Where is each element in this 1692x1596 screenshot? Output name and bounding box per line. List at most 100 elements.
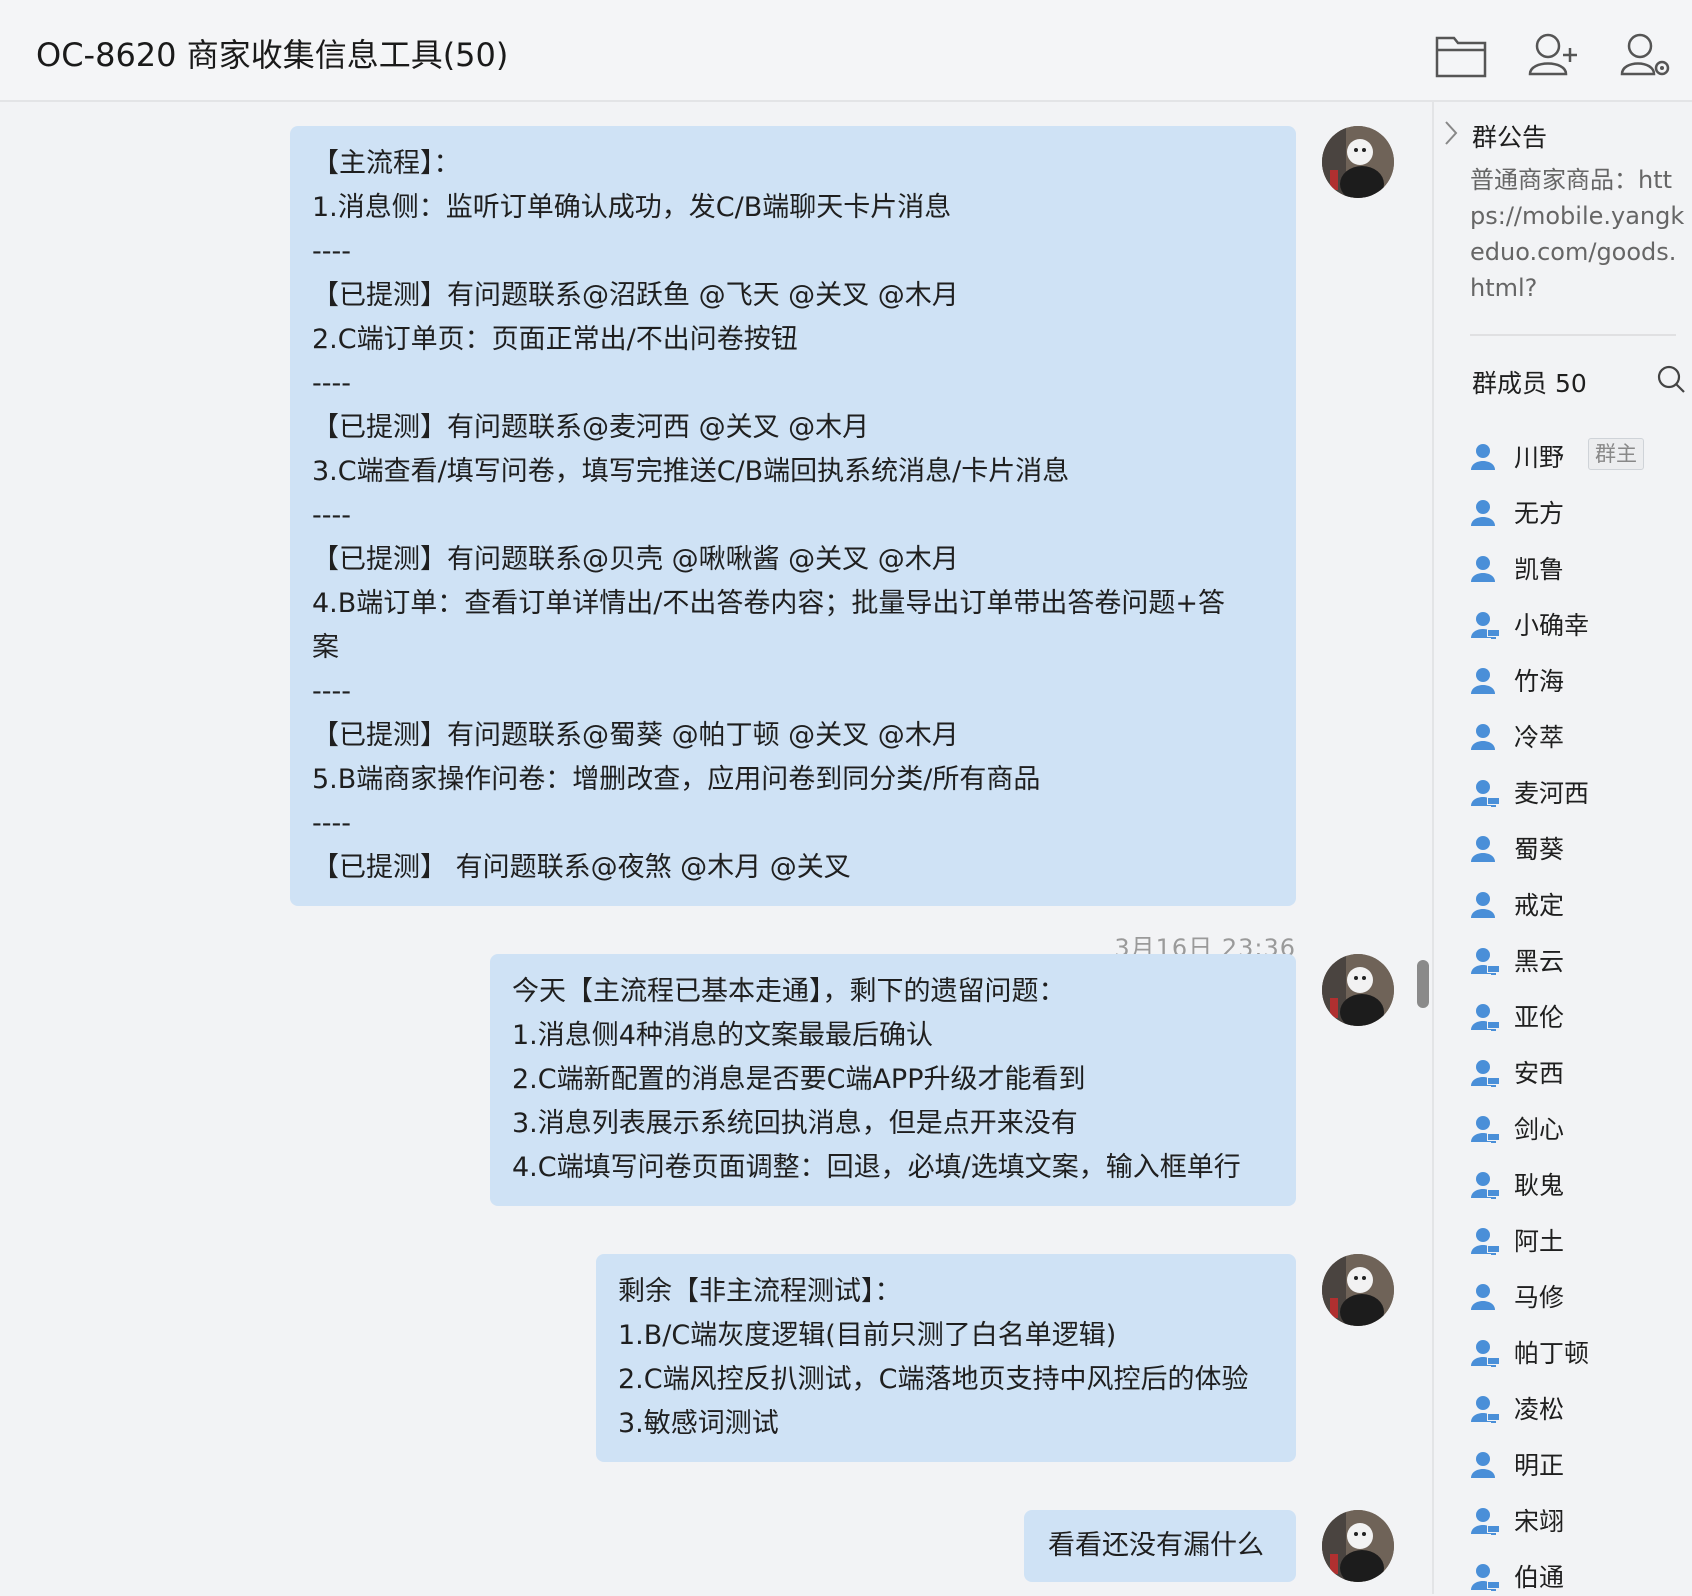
member-item[interactable]: 伯通 [1470,1556,1686,1596]
member-item[interactable]: 戒定 [1470,884,1686,924]
member-name: 蜀葵 [1514,835,1565,864]
person-icon [1470,834,1500,864]
person-icon [1470,890,1500,920]
message-line: 【已提测】有问题联系@麦河西 @关叉 @木月 [312,412,870,443]
member-item[interactable]: 无方 [1470,492,1686,532]
member-item[interactable]: 马修 [1470,1276,1686,1316]
message-line: 案 [312,632,339,663]
person-icon [1470,554,1500,584]
person-desktop-icon [1470,610,1500,640]
message-line: ---- [312,676,351,707]
person-desktop-icon [1470,1562,1500,1592]
message-line: 3.敏感词测试 [618,1408,779,1439]
member-item[interactable]: 凯鲁 [1470,548,1686,588]
chat-scrollbar[interactable] [1417,960,1429,1008]
member-settings-icon[interactable] [1618,30,1672,80]
message-line: 2.C端风控反扒测试，C端落地页支持中风控后的体验 [618,1364,1249,1395]
person-desktop-icon [1470,1170,1500,1200]
member-name: 马修 [1514,1283,1565,1312]
person-desktop-icon [1470,1506,1500,1536]
message-line: 【已提测】有问题联系@蜀葵 @帕丁顿 @关叉 @木月 [312,720,959,751]
announcement-text[interactable]: 普通商家商品：https://mobile.yangkeduo.com/good… [1470,162,1686,306]
person-desktop-icon [1470,1226,1500,1256]
member-name: 冷萃 [1514,723,1565,752]
member-item[interactable]: 冷萃 [1470,716,1686,756]
member-item[interactable]: 安西 [1470,1052,1686,1092]
chat-title: OC-8620 商家收集信息工具(50) [36,36,509,74]
message-line: 【已提测】有问题联系@沼跃鱼 @飞天 @关叉 @木月 [312,280,959,311]
member-item[interactable]: 黑云 [1470,940,1686,980]
owner-badge: 群主 [1588,438,1644,470]
member-name: 凌松 [1514,1395,1565,1424]
group-sidebar: 群公告 普通商家商品：https://mobile.yangkeduo.com/… [1432,102,1692,1594]
member-name: 亚伦 [1514,1003,1565,1032]
message-bubble[interactable]: 【主流程】： 1.消息侧：监听订单确认成功，发C/B端聊天卡片消息 ---- 【已提测… [290,126,1296,906]
chevron-right-icon[interactable] [1438,118,1464,148]
message-line: 【已提测】有问题联系@贝壳 @啾啾酱 @关叉 @木月 [312,544,959,575]
chat-header: OC-8620 商家收集信息工具(50) [0,0,1692,102]
add-member-icon[interactable] [1526,30,1580,80]
message-line: ---- [312,808,351,839]
member-item[interactable]: 川野 群主 [1470,436,1686,476]
message-bubble[interactable]: 看看还没有漏什么 [1024,1510,1296,1582]
message-line: 剩余【非主流程测试】： [618,1276,902,1307]
member-name: 小确幸 [1514,611,1590,640]
person-desktop-icon [1470,1394,1500,1424]
person-desktop-icon [1470,1114,1500,1144]
message-line: ---- [312,368,351,399]
avatar[interactable] [1322,1510,1394,1582]
member-item[interactable]: 阿土 [1470,1220,1686,1260]
message-line: 看看还没有漏什么 [1048,1530,1264,1561]
person-desktop-icon [1470,778,1500,808]
message-list[interactable]: 【主流程】： 1.消息侧：监听订单确认成功，发C/B端聊天卡片消息 ---- 【已提测… [0,102,1432,1594]
member-name: 无方 [1514,499,1565,528]
person-icon [1470,1450,1500,1480]
member-name: 黑云 [1514,947,1565,976]
message-line: 1.消息侧：监听订单确认成功，发C/B端聊天卡片消息 [312,192,952,223]
member-item[interactable]: 剑心 [1470,1108,1686,1148]
member-item[interactable]: 宋翊 [1470,1500,1686,1540]
person-icon [1470,498,1500,528]
member-name: 伯通 [1514,1563,1565,1592]
member-name: 帕丁顿 [1514,1339,1590,1368]
avatar[interactable] [1322,954,1394,1026]
search-icon[interactable] [1656,364,1686,394]
message-bubble[interactable]: 剩余【非主流程测试】： 1.B/C端灰度逻辑(目前只测了白名单逻辑) 2.C端风控反… [596,1254,1296,1462]
member-item[interactable]: 小确幸 [1470,604,1686,644]
message-line: ---- [312,236,351,267]
member-item[interactable]: 明正 [1470,1444,1686,1484]
member-item[interactable]: 亚伦 [1470,996,1686,1036]
member-name: 阿土 [1514,1227,1565,1256]
member-name: 明正 [1514,1451,1565,1480]
message-line: 5.B端商家操作问卷：增删改查，应用问卷到同分类/所有商品 [312,764,1041,795]
message-line: 3.消息列表展示系统回执消息，但是点开来没有 [512,1108,1078,1139]
person-icon [1470,666,1500,696]
person-desktop-icon [1470,1002,1500,1032]
member-item[interactable]: 麦河西 [1470,772,1686,812]
member-item[interactable]: 耿鬼 [1470,1164,1686,1204]
person-desktop-icon [1470,1338,1500,1368]
message-line: 4.B端订单：查看订单详情出/不出答卷内容；批量导出订单带出答卷问题+答 [312,588,1226,619]
member-item[interactable]: 帕丁顿 [1470,1332,1686,1372]
member-count: 群成员 50 [1472,369,1587,398]
member-item[interactable]: 凌松 [1470,1388,1686,1428]
member-name: 宋翊 [1514,1507,1565,1536]
announcement-title: 群公告 [1472,123,1548,152]
folder-icon[interactable] [1434,30,1488,80]
member-name: 川野 [1514,443,1565,472]
person-icon [1470,1282,1500,1312]
avatar[interactable] [1322,126,1394,198]
member-item[interactable]: 竹海 [1470,660,1686,700]
message-line: 4.C端填写问卷页面调整：回退，必填/选填文案，输入框单行 [512,1152,1241,1183]
avatar[interactable] [1322,1254,1394,1326]
member-name: 安西 [1514,1059,1565,1088]
member-name: 麦河西 [1514,779,1590,808]
member-item[interactable]: 蜀葵 [1470,828,1686,868]
message-bubble[interactable]: 今天【主流程已基本走通】，剩下的遗留问题： 1.消息侧4种消息的文案最最后确认 2.… [490,954,1296,1206]
message-line: 3.C端查看/填写问卷，填写完推送C/B端回执系统消息/卡片消息 [312,456,1070,487]
message-line: 1.消息侧4种消息的文案最最后确认 [512,1020,933,1051]
message-line: 2.C端新配置的消息是否要C端APP升级才能看到 [512,1064,1086,1095]
member-name: 戒定 [1514,891,1565,920]
message-line: 2.C端订单页：页面正常出/不出问卷按钮 [312,324,798,355]
sidebar-divider [1470,334,1676,336]
